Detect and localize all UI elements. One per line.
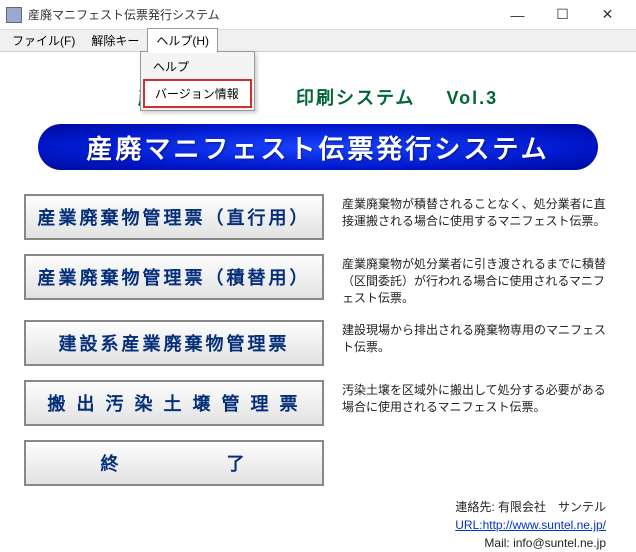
row-2: 産業廃棄物管理票（積替用） 産業廃棄物が処分業者に引き渡されるまでに積替（区間委… [24,254,612,306]
page-heading: 産業廃 XXXXXX 印刷システム Vol.3 [24,84,612,110]
menubar: ファイル(F) 解除キー ヘルプ(H) [0,30,636,52]
btn-manifest-direct[interactable]: 産業廃棄物管理票（直行用） [24,194,324,240]
minimize-button[interactable]: — [495,1,540,29]
desc-1: 産業廃棄物が積替されることなく、処分業者に直接運搬される場合に使用するマニフェス… [342,194,612,230]
desc-5-empty [342,440,612,442]
btn-manifest-soil[interactable]: 搬 出 汚 染 土 壌 管 理 票 [24,380,324,426]
system-banner: 産廃マニフェスト伝票発行システム [38,124,598,170]
btn-manifest-transship[interactable]: 産業廃棄物管理票（積替用） [24,254,324,300]
footer-url-link[interactable]: http://www.suntel.ne.jp/ [483,518,606,532]
help-dropdown: ヘルプ バージョン情報 [140,51,255,111]
btn-exit[interactable]: 終 了 [24,440,324,486]
titlebar: 産廃マニフェスト伝票発行システム — ☐ ✕ [0,0,636,30]
menu-help[interactable]: ヘルプ(H) [147,28,218,53]
window-controls: — ☐ ✕ [495,1,630,29]
row-4: 搬 出 汚 染 土 壌 管 理 票 汚染土壌を区域外に搬出して処分する必要がある… [24,380,612,426]
footer-url-label: URL: [455,518,482,532]
menu-unlock-key[interactable]: 解除キー [83,29,147,52]
button-rows: 産業廃棄物管理票（直行用） 産業廃棄物が積替されることなく、処分業者に直接運搬さ… [24,194,612,486]
heading-volume: Vol.3 [446,88,498,108]
desc-2: 産業廃棄物が処分業者に引き渡されるまでに積替（区間委託）が行われる場合に使用され… [342,254,612,306]
footer-mail: Mail: info@suntel.ne.jp [24,534,606,552]
desc-4: 汚染土壌を区域外に搬出して処分する必要がある場合に使用されるマニフェスト伝票。 [342,380,612,416]
app-icon [6,7,22,23]
row-5: 終 了 [24,440,612,486]
footer-contact: 連絡先: 有限会社 サンテル [24,498,606,516]
row-1: 産業廃棄物管理票（直行用） 産業廃棄物が積替されることなく、処分業者に直接運搬さ… [24,194,612,240]
menu-file[interactable]: ファイル(F) [4,29,83,52]
desc-3: 建設現場から排出される廃棄物専用のマニフェスト伝票。 [342,320,612,356]
window-title: 産廃マニフェスト伝票発行システム [28,6,495,23]
dropdown-version-info[interactable]: バージョン情報 [143,79,252,108]
maximize-button[interactable]: ☐ [540,1,585,29]
footer: 連絡先: 有限会社 サンテル URL:http://www.suntel.ne.… [24,498,612,552]
dropdown-help[interactable]: ヘルプ [143,54,252,79]
close-button[interactable]: ✕ [585,1,630,29]
row-3: 建設系産業廃棄物管理票 建設現場から排出される廃棄物専用のマニフェスト伝票。 [24,320,612,366]
content-area: 産業廃 XXXXXX 印刷システム Vol.3 産廃マニフェスト伝票発行システム… [0,52,636,552]
heading-right: 印刷システム [296,88,415,108]
btn-manifest-construction[interactable]: 建設系産業廃棄物管理票 [24,320,324,366]
